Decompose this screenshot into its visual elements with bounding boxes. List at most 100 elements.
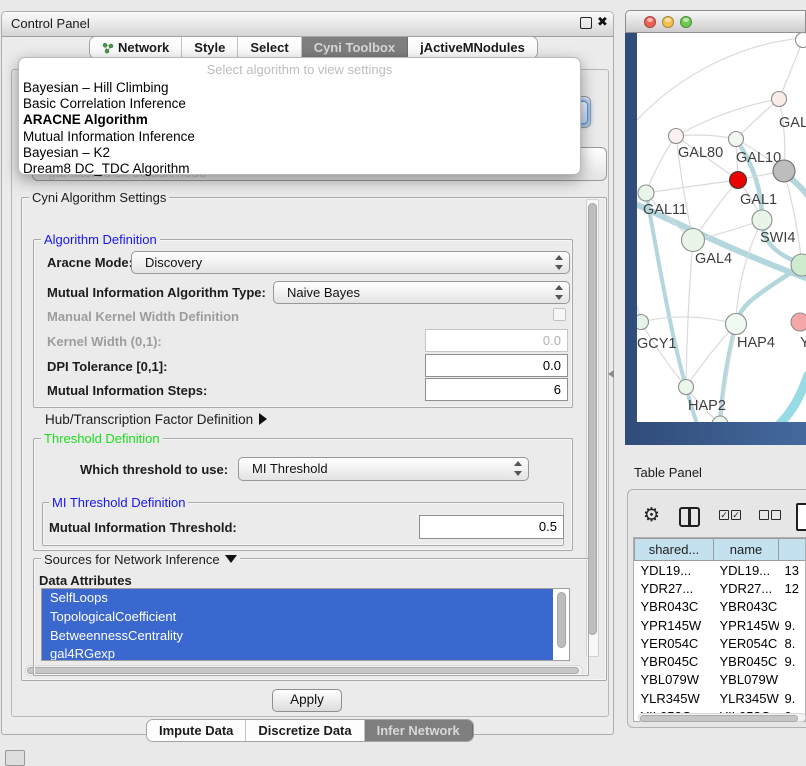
table-cell[interactable] [779,671,806,689]
table-cell[interactable]: YDL19... [714,561,779,580]
table-row[interactable]: YBL079WYBL079W [635,671,806,689]
panel-splitter-arrow-icon[interactable] [608,370,614,378]
hub-section-toggle[interactable]: Hub/Transcription Factor Definition [45,412,267,427]
network-node-hap2[interactable] [679,380,694,395]
float-window-icon[interactable] [580,17,592,29]
close-traffic-light-icon[interactable] [644,16,656,28]
tab-cyni-toolbox[interactable]: Cyni Toolbox [302,37,408,58]
table-cell[interactable]: YBR045C [714,652,779,670]
attribute-item-selfloops[interactable]: SelfLoops [42,589,553,608]
document-icon[interactable] [796,503,806,531]
close-window-icon[interactable]: ✖ [597,14,608,30]
manual-kernel-checkbox[interactable] [553,308,566,321]
network-edge[interactable] [646,180,738,193]
network-edge[interactable] [686,240,693,387]
kernel-width-field[interactable]: 0.0 [425,329,568,352]
zoom-traffic-light-icon[interactable] [680,16,692,28]
tab-network[interactable]: Network [90,37,182,58]
network-node-gal10[interactable] [729,132,744,147]
network-edge[interactable] [646,136,676,193]
tab-select[interactable]: Select [238,37,301,58]
column-header-shared[interactable]: shared... [635,539,714,561]
tab-impute-data[interactable]: Impute Data [147,720,246,741]
apply-button[interactable]: Apply [272,689,342,712]
deselect-checkbox-icon-2[interactable] [771,510,781,520]
table-row[interactable]: YDL19...YDL19...13 [635,561,806,580]
table-cell[interactable]: YBR043C [714,598,779,616]
table-row[interactable]: YLR345WYLR345W9. [635,689,806,707]
table-hscroll-thumb[interactable] [640,715,798,722]
table-cell[interactable]: 9. [779,689,806,707]
mi-steps-field[interactable]: 6 [425,378,568,401]
table-cell[interactable]: YER054C [635,634,714,652]
column-layout-icon[interactable] [679,507,700,527]
table-cell[interactable]: YBR043C [635,598,714,616]
table-row[interactable]: YDR27...YDR27...12 [635,579,806,597]
dropdown-item-bayesian-hill-climbing[interactable]: Bayesian – Hill Climbing [19,80,580,96]
network-edge[interactable] [676,135,736,139]
table-cell[interactable]: YDL19... [635,561,714,580]
network-edge[interactable] [736,99,779,139]
column-header-name[interactable]: name [714,539,779,561]
network-node[interactable] [712,416,728,422]
which-threshold-combobox[interactable]: MI Threshold [238,457,529,481]
dropdown-item-mutual-information-inference[interactable]: Mutual Information Inference [19,129,580,145]
network-node[interactable] [796,33,806,48]
node-table[interactable]: shared...name YDL19...YDL19...13YDR27...… [633,537,806,722]
table-cell[interactable] [779,598,806,616]
control-panel-titlebar[interactable]: Control Panel ✖ [2,12,613,37]
table-cell[interactable]: YLR345W [714,689,779,707]
tab-discretize-data[interactable]: Discretize Data [246,720,364,741]
minimized-widget[interactable] [5,750,25,766]
network-node[interactable] [773,160,795,182]
collapse-down-icon[interactable] [225,555,237,563]
tab-style[interactable]: Style [182,37,238,58]
network-edge[interactable] [736,220,762,324]
table-cell[interactable]: 13 [779,561,806,580]
table-cell[interactable]: YDR27... [714,579,779,597]
table-cell[interactable]: 9. [779,652,806,670]
expand-right-icon[interactable] [259,413,267,425]
dropdown-item-bayesian-k2[interactable]: Bayesian – K2 [19,145,580,161]
data-attributes-list[interactable]: SelfLoopsTopologicalCoefficientBetweenne… [41,588,570,661]
dropdown-item-basic-correlation-inference[interactable]: Basic Correlation Inference [19,96,580,112]
table-row[interactable]: YBR045CYBR045C9. [635,652,806,670]
tab-jactivemnodules[interactable]: jActiveMNodules [408,37,537,58]
mi-type-combobox[interactable]: Naive Bayes [273,281,570,304]
aracne-mode-combobox[interactable]: Discovery [131,251,570,274]
mi-threshold-field[interactable]: 0.5 [419,515,564,539]
tab-infer-network[interactable]: Infer Network [365,720,473,741]
table-cell[interactable]: YBR045C [635,652,714,670]
table-cell[interactable]: YBL079W [635,671,714,689]
network-edge[interactable] [779,40,803,99]
network-node-gal11[interactable] [638,185,654,201]
network-node-gal80[interactable] [669,129,684,144]
network-node-hap4[interactable] [726,314,747,335]
table-cell[interactable]: YLR345W [635,689,714,707]
sources-title[interactable]: Sources for Network Inference [41,552,240,567]
network-node-gal1[interactable] [730,172,747,189]
network-edge[interactable] [777,375,806,422]
settings-gear-icon[interactable]: ⚙ [643,504,660,528]
select-all-checkbox-icon-1[interactable]: ✓ [719,510,729,520]
table-cell[interactable]: 8. [779,634,806,652]
table-cell[interactable]: YER054C [714,634,779,652]
settings-vscroll-thumb[interactable] [588,203,597,635]
attribute-item-topologicalcoefficient[interactable]: TopologicalCoefficient [42,608,553,627]
table-cell[interactable]: YPR145W [714,616,779,634]
attribute-item-betweennesscentrality[interactable]: BetweennessCentrality [42,627,553,646]
table-cell[interactable]: YDR27... [635,579,714,597]
network-edge[interactable] [676,99,779,136]
table-row[interactable]: YBR043CYBR043C [635,598,806,616]
column-header-extra[interactable] [779,539,806,561]
deselect-checkbox-icon-1[interactable] [759,510,769,520]
table-row[interactable]: YER054CYER054C8. [635,634,806,652]
table-cell[interactable]: YBL079W [714,671,779,689]
network-node-gal4[interactable] [682,229,705,252]
table-row[interactable]: YPR145WYPR145W9. [635,616,806,634]
dropdown-item-dream8-dc-tdc-algorithm[interactable]: Dream8 DC_TDC Algorithm [19,161,580,177]
network-node-gal[interactable] [772,92,787,107]
network-node-gcy1[interactable] [637,315,649,330]
network-canvas[interactable]: GALGAL80GAL10GAL1GAL11SWI4GAL4GCY1HAP4YH… [637,33,806,422]
table-horizontal-scrollbar[interactable] [638,713,806,722]
